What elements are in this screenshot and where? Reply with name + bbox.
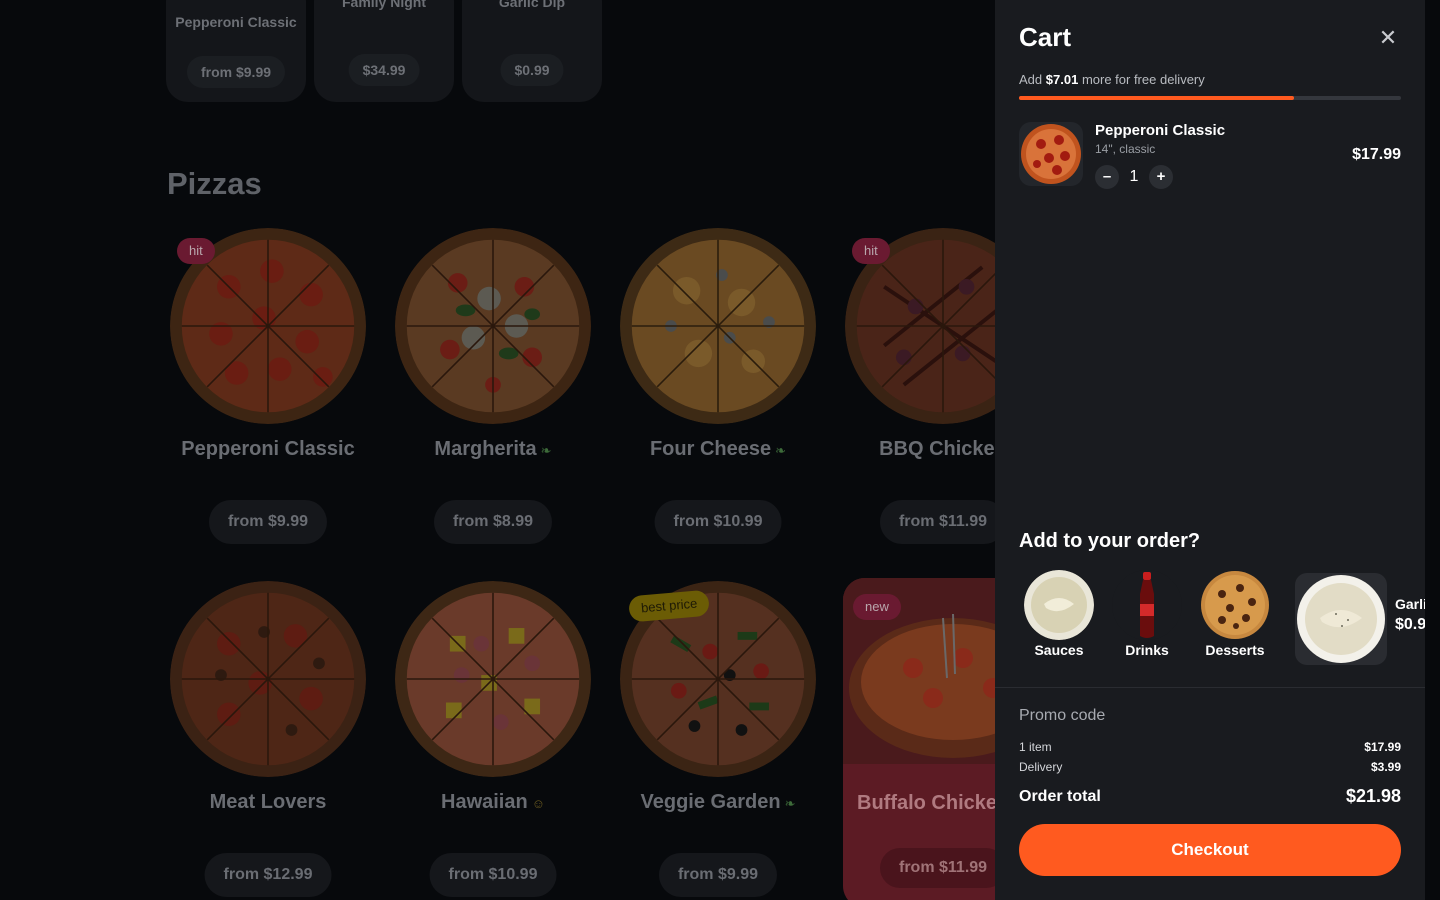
cart-title: Cart <box>1019 22 1072 52</box>
pizza-name: BBQ Chicken <box>879 438 995 460</box>
summary-delivery-row: Delivery $3.99 <box>1019 760 1401 776</box>
free-delivery-progress <box>1019 96 1401 100</box>
pizza-price-button[interactable]: from $11.99 <box>879 500 995 544</box>
upsell-category-label: Drinks <box>1125 642 1169 658</box>
upsell-product-card[interactable] <box>1295 573 1387 665</box>
summary-value: $17.99 <box>1364 740 1401 754</box>
sauce-icon <box>1024 570 1094 640</box>
leaf-icon: ❧ <box>784 796 796 811</box>
garlic-dip-image <box>1296 574 1386 664</box>
summary-value: $3.99 <box>1370 760 1401 774</box>
pizza-price-button[interactable]: from $8.99 <box>433 500 553 544</box>
decrease-quantity-button[interactable]: – <box>1095 165 1119 189</box>
hit-badge: hit <box>852 238 890 264</box>
cart-item: Pepperoni Classic 14", classic – 1 + $17… <box>1019 122 1401 190</box>
pizza-card[interactable]: hit Pepperoni Classic from $9.99 <box>163 228 373 568</box>
section-title-pizzas: Pizzas <box>167 166 262 201</box>
combo-card[interactable]: Family Night $34.99 <box>314 0 454 102</box>
page: Pepperoni Classic from $9.99 Family Nigh… <box>0 0 1440 900</box>
pizza-image <box>395 581 591 777</box>
pizza-name: Hawaiian ☺ <box>441 791 545 813</box>
pizza-card-featured[interactable]: new Buffalo Chicken from $11.99 <box>843 578 995 900</box>
summary-label: Delivery <box>1019 760 1063 774</box>
combo-card[interactable]: Pepperoni Classic from $9.99 <box>166 0 306 102</box>
upsell-category-label: Sauces <box>1034 642 1084 658</box>
combo-price: $34.99 <box>348 54 420 86</box>
free-delivery-note: Add $7.01 more for free delivery <box>1019 72 1205 87</box>
quantity-value: 1 <box>1129 168 1139 185</box>
pizza-image <box>170 581 366 777</box>
pizza-card[interactable]: Meat Lovers from $12.99 <box>163 581 373 900</box>
pizza-name: Veggie Garden ❧ <box>640 791 796 813</box>
cookie-icon <box>1200 570 1270 640</box>
upsell-category-sauces[interactable]: Sauces <box>1019 570 1099 662</box>
pizza-card[interactable]: hit BBQ Chicken from $11.99 <box>838 228 995 568</box>
combo-name: Pepperoni Classic <box>175 14 297 30</box>
pizza-image <box>620 228 816 424</box>
cart-item-options: 14", classic <box>1095 142 1156 156</box>
pizza-card[interactable]: best price Veggie Garden ❧ from $9.99 <box>613 581 823 900</box>
pizza-price-button[interactable]: from $10.99 <box>429 853 557 897</box>
upsell-product-info: Garlic Dip $0.99 <box>1395 596 1425 634</box>
pizza-price-button[interactable]: from $12.99 <box>204 853 332 897</box>
upsell-category-drinks[interactable]: Drinks <box>1107 570 1187 662</box>
pizza-card[interactable]: Margherita ❧ from $8.99 <box>388 228 598 568</box>
leaf-icon: ❧ <box>540 443 552 458</box>
promo-code-link[interactable]: Promo code <box>1019 707 1105 725</box>
pizza-name: Buffalo Chicken <box>857 792 995 814</box>
close-icon[interactable]: ✕ <box>1375 27 1401 49</box>
upsell-category-label: Desserts <box>1205 642 1265 658</box>
pizza-image <box>395 228 591 424</box>
combo-name: Family Night <box>341 0 426 10</box>
pizza-card[interactable]: Hawaiian ☺ from $10.99 <box>388 581 598 900</box>
upsell-product-name: Garlic Dip <box>1395 596 1425 612</box>
pizza-price-button[interactable]: from $10.99 <box>654 500 782 544</box>
checkout-button[interactable]: Checkout <box>1019 824 1401 876</box>
new-badge: new <box>853 594 901 620</box>
divider <box>995 687 1425 688</box>
cart-item-name: Pepperoni Classic <box>1095 122 1226 139</box>
order-total-value: $21.98 <box>1345 786 1401 806</box>
pizza-card[interactable]: Four Cheese ❧ from $10.99 <box>613 228 823 568</box>
drink-icon <box>1112 570 1182 640</box>
upsell-title: Add to your order? <box>1019 530 1201 552</box>
order-total-row: Order total $21.98 <box>1019 786 1401 810</box>
leaf-icon: ❧ <box>775 443 787 458</box>
combo-price: from $9.99 <box>186 56 286 88</box>
quantity-stepper: – 1 + <box>1095 165 1179 189</box>
page-edge <box>1425 0 1440 900</box>
cart-item-price: $17.99 <box>1352 146 1401 163</box>
summary-items-row: 1 item $17.99 <box>1019 740 1401 756</box>
order-total-label: Order total <box>1019 788 1101 805</box>
child-icon: ☺ <box>531 796 545 811</box>
pizza-name: Four Cheese ❧ <box>649 438 787 460</box>
pizza-price-button[interactable]: from $11.99 <box>880 848 995 888</box>
summary-label: 1 item <box>1019 740 1052 754</box>
menu-background: Pepperoni Classic from $9.99 Family Nigh… <box>0 0 995 900</box>
combo-card[interactable]: Garlic Dip $0.99 <box>462 0 602 102</box>
cart-drawer: Cart ✕ Add $7.01 more for free delivery … <box>995 0 1425 900</box>
free-delivery-progress-fill <box>1019 96 1295 100</box>
combo-price: $0.99 <box>500 54 564 86</box>
upsell-category-desserts[interactable]: Desserts <box>1195 570 1275 662</box>
pizza-name: Pepperoni Classic <box>181 438 355 460</box>
cart-item-image <box>1019 122 1083 186</box>
pizza-price-button[interactable]: from $9.99 <box>208 500 328 544</box>
pizza-name: Margherita ❧ <box>434 438 552 460</box>
pizza-price-button[interactable]: from $9.99 <box>658 853 778 897</box>
combo-name: Garlic Dip <box>498 0 566 10</box>
pizza-name: Meat Lovers <box>209 791 327 813</box>
increase-quantity-button[interactable]: + <box>1149 165 1173 189</box>
upsell-product-price: $0.99 <box>1395 616 1425 633</box>
hit-badge: hit <box>177 238 215 264</box>
